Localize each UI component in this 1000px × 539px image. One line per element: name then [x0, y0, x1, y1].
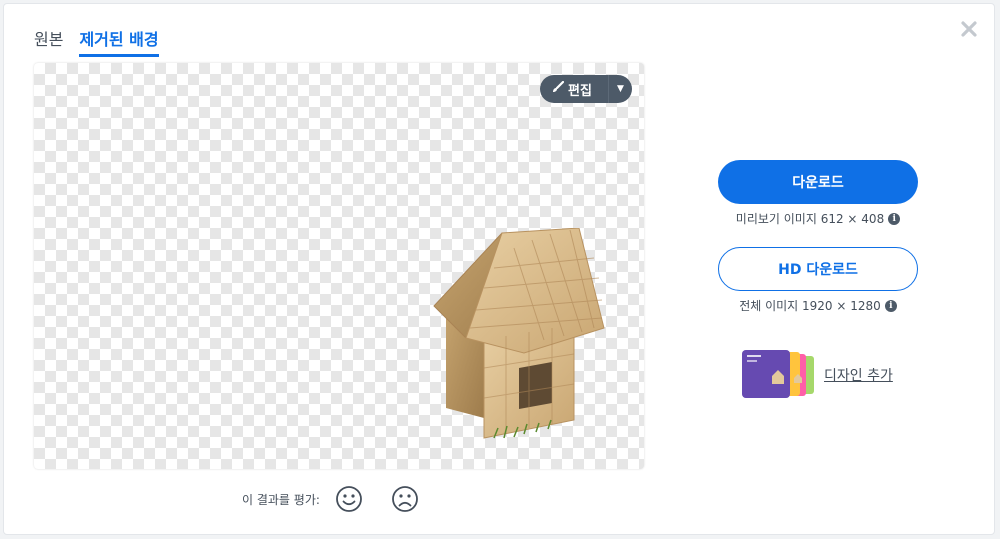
caret-down-icon[interactable]: ▼ — [608, 75, 632, 103]
edit-label: 편집 — [568, 83, 592, 99]
rating-bar: 이 결과를 평가: — [242, 484, 420, 514]
frown-icon[interactable] — [390, 484, 420, 514]
smile-icon[interactable] — [334, 484, 364, 514]
design-cards-icon — [742, 350, 814, 398]
result-image-canvas: 편집 ▼ — [34, 63, 644, 469]
view-tabs: 원본 제거된 배경 — [34, 26, 159, 57]
hd-download-button[interactable]: HD 다운로드 — [718, 247, 918, 291]
rating-label: 이 결과를 평가: — [242, 492, 320, 507]
download-button[interactable]: 다운로드 — [718, 160, 918, 204]
edit-button-group: 편집 ▼ — [540, 75, 632, 103]
preview-caption-text: 미리보기 이미지 612 × 408 — [735, 212, 885, 226]
info-icon[interactable]: i — [888, 212, 901, 225]
remove-bg-result-panel: 원본 제거된 배경 편집 ▼ 이 결과를 평가: 다운로드 미리보기 이미지 6… — [3, 3, 995, 535]
add-design-label: 디자인 추가 — [824, 368, 893, 384]
info-icon[interactable]: i — [884, 299, 897, 312]
brush-icon — [552, 80, 565, 97]
add-design-link[interactable]: 디자인 추가 — [742, 350, 893, 400]
download-sidebar: 다운로드 미리보기 이미지 612 × 408 i HD 다운로드 전체 이미지… — [718, 160, 918, 334]
preview-caption: 미리보기 이미지 612 × 408 i — [718, 210, 918, 227]
close-icon[interactable] — [958, 18, 980, 40]
hd-caption-text: 전체 이미지 1920 × 1280 — [739, 299, 881, 313]
tab-original[interactable]: 원본 — [34, 26, 63, 57]
tab-removed-background[interactable]: 제거된 배경 — [79, 26, 159, 57]
hd-caption: 전체 이미지 1920 × 1280 i — [718, 297, 918, 314]
house-cutout-image — [433, 228, 605, 439]
edit-button[interactable]: 편집 — [540, 80, 608, 99]
